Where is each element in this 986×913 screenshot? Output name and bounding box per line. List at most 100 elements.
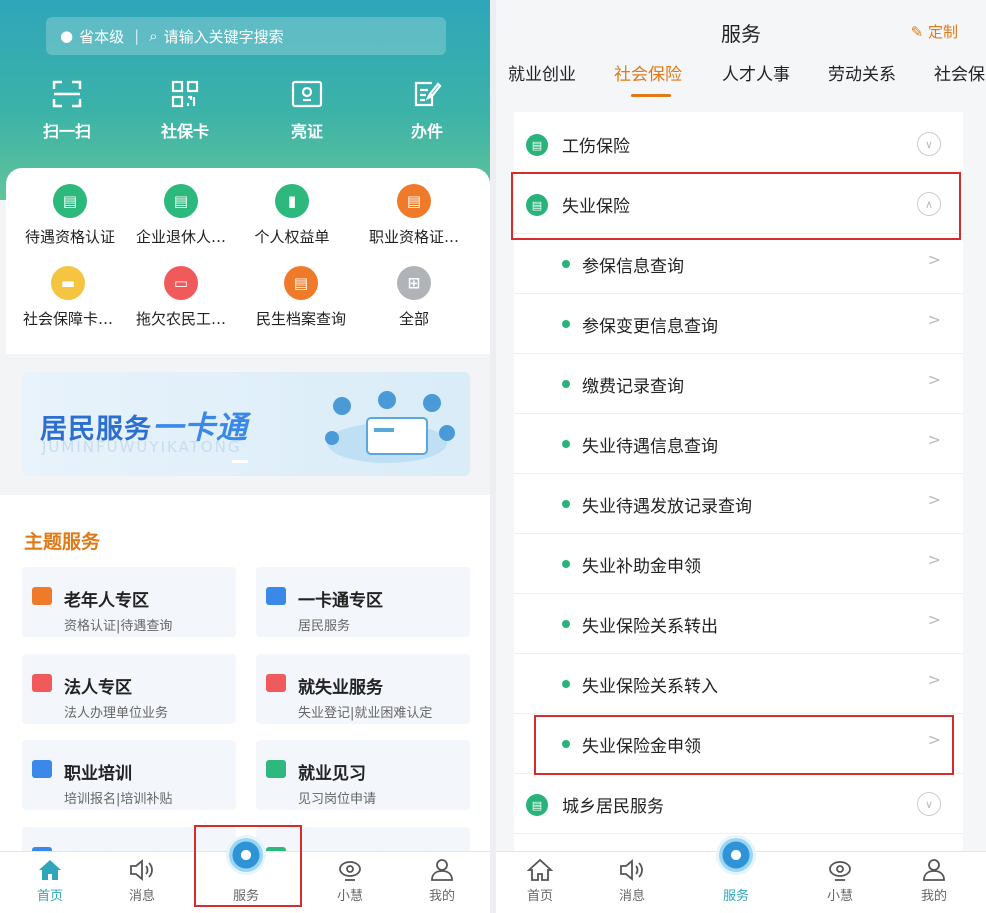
nav-messages[interactable]: 消息 (102, 858, 182, 904)
bullet-icon (562, 260, 570, 268)
search-bar[interactable]: ● 省本级 | ⌕ 请输入关键字搜索 (46, 17, 446, 55)
quick-action-certificate[interactable]: 亮证 (252, 80, 362, 142)
item-label: 失业待遇发放记录查询 (582, 497, 752, 517)
list-item[interactable]: 缴费记录查询 > (514, 354, 963, 414)
nav-label: 我的 (428, 889, 455, 904)
tab-talent[interactable]: 人才人事 (722, 60, 790, 85)
customize-button[interactable]: ✎ 定制 (911, 21, 958, 42)
list-item[interactable]: 失业补助金申领 > (514, 534, 963, 594)
banner-subtitle: JUMINFUWUYIKATONG (42, 438, 242, 456)
service-label: 拖欠农民工… (135, 310, 226, 328)
training-icon (32, 760, 52, 778)
chevron-right-icon: > (927, 490, 941, 509)
quick-action-handle[interactable]: 办件 (372, 80, 482, 142)
highlight-unemployment-group (511, 172, 961, 240)
nav-home[interactable]: 首页 (10, 858, 90, 904)
bullet-icon (562, 560, 570, 568)
theme-card-training[interactable]: 职业培训 培训报名|培训补贴 (22, 740, 236, 810)
nav-services[interactable]: 服务 (696, 838, 776, 904)
user-icon (923, 859, 945, 881)
bullet-icon (562, 440, 570, 448)
chevron-right-icon: > (927, 370, 941, 389)
group-row-injury[interactable]: ▤ 工伤保险 ∨ (514, 114, 963, 174)
customize-label: 定制 (927, 23, 958, 41)
bullet-icon (562, 500, 570, 508)
nav-label: 首页 (526, 889, 553, 904)
nav-assistant[interactable]: 小慧 (310, 858, 390, 904)
archive-icon: ▤ (284, 266, 318, 300)
theme-subtitle: 资格认证|待遇查询 (64, 619, 173, 634)
quick-action-label: 扫一扫 (42, 122, 91, 141)
tab-social-insurance[interactable]: 社会保险 (614, 60, 682, 85)
tab-employment[interactable]: 就业创业 (508, 60, 576, 85)
service-item[interactable]: ▤ 企业退休人… (123, 184, 239, 247)
grid-icon: ⊞ (397, 266, 431, 300)
list-item[interactable]: 失业待遇信息查询 > (514, 414, 963, 474)
insurance-group-icon: ▤ (526, 794, 548, 816)
briefcase-icon (32, 674, 52, 692)
item-label: 失业补助金申领 (582, 557, 701, 577)
home-icon (39, 860, 61, 880)
theme-name: 就业见习 (298, 764, 366, 784)
tab-social-more[interactable]: 社会保 (934, 60, 985, 85)
service-screen: 服务 ✎ 定制 就业创业 社会保险 人才人事 劳动关系 社会保 ▤ 工伤保险 ∨… (496, 0, 986, 913)
quick-action-label: 社保卡 (160, 122, 209, 141)
service-item[interactable]: ▬ 社会保障卡… (10, 266, 126, 329)
card-icon: ▬ (51, 266, 85, 300)
theme-card-employment[interactable]: 就失业服务 失业登记|就业困难认定 (256, 654, 470, 724)
list-item[interactable]: 失业保险关系转出 > (514, 594, 963, 654)
nav-label: 消息 (128, 889, 155, 904)
chevron-down-icon: ∨ (917, 792, 941, 816)
service-label: 待遇资格认证 (24, 228, 115, 246)
theme-card-internship[interactable]: 就业见习 见习岗位申请 (256, 740, 470, 810)
search-placeholder[interactable]: 请输入关键字搜索 (164, 26, 284, 47)
nav-messages[interactable]: 消息 (592, 858, 672, 904)
chevron-right-icon: > (927, 550, 941, 569)
nav-label: 服务 (722, 889, 749, 904)
nav-label: 小慧 (336, 889, 363, 904)
theme-card-legal[interactable]: 法人专区 法人办理单位业务 (22, 654, 236, 724)
group-row-urban-rural[interactable]: ▤ 城乡居民服务 ∨ (514, 774, 963, 834)
theme-name: 职业培训 (64, 764, 132, 784)
pencil-icon: ✎ (910, 23, 928, 41)
service-item[interactable]: ▮ 个人权益单 (234, 184, 350, 247)
nav-assistant[interactable]: 小慧 (800, 858, 880, 904)
promo-banner[interactable]: 居民服务一卡通 JUMINFUWUYIKATONG (22, 372, 470, 476)
item-label: 失业保险关系转入 (582, 677, 718, 697)
location-pin-icon: ● (60, 27, 74, 45)
chevron-right-icon: > (927, 610, 941, 629)
speaker-icon (130, 859, 153, 881)
bullet-icon (562, 620, 570, 628)
home-icon (527, 858, 553, 881)
theme-subtitle: 居民服务 (298, 619, 351, 634)
list-item[interactable]: 参保变更信息查询 > (514, 294, 963, 354)
briefcase-icon (266, 674, 286, 692)
person-icon (266, 760, 286, 778)
tab-labor[interactable]: 劳动关系 (828, 60, 896, 85)
service-item[interactable]: ▭ 拖欠农民工… (123, 266, 239, 329)
assistant-icon (829, 861, 851, 881)
service-item[interactable]: ⊞ 全部 (356, 266, 472, 329)
service-item[interactable]: ▤ 民生档案查询 (243, 266, 359, 329)
quick-action-label: 办件 (410, 122, 443, 141)
item-label: 失业待遇信息查询 (582, 437, 718, 457)
list-item[interactable]: 失业保险关系转入 > (514, 654, 963, 714)
nav-profile[interactable]: 我的 (402, 858, 482, 904)
chevron-right-icon: > (927, 250, 941, 269)
service-item[interactable]: ▤ 待遇资格认证 (12, 184, 128, 247)
quick-action-scan[interactable]: 扫一扫 (12, 80, 122, 142)
theme-name: 法人专区 (64, 678, 132, 698)
list-item[interactable]: 参保信息查询 > (514, 234, 963, 294)
location-label[interactable]: 省本级 (79, 26, 124, 47)
theme-card-onecard[interactable]: 一卡通专区 居民服务 (256, 567, 470, 637)
quick-action-card[interactable]: 社保卡 (130, 80, 240, 142)
list-item[interactable]: 失业待遇发放记录查询 > (514, 474, 963, 534)
service-item[interactable]: ▤ 职业资格证… (356, 184, 472, 247)
nav-home[interactable]: 首页 (500, 858, 580, 904)
nav-profile[interactable]: 我的 (894, 858, 974, 904)
section-title: 主题服务 (24, 531, 101, 553)
theme-card-elderly[interactable]: 老年人专区 资格认证|待遇查询 (22, 567, 236, 637)
nav-label: 首页 (36, 889, 63, 904)
service-label: 社会保障卡… (22, 310, 113, 328)
search-separator: | (134, 27, 140, 45)
